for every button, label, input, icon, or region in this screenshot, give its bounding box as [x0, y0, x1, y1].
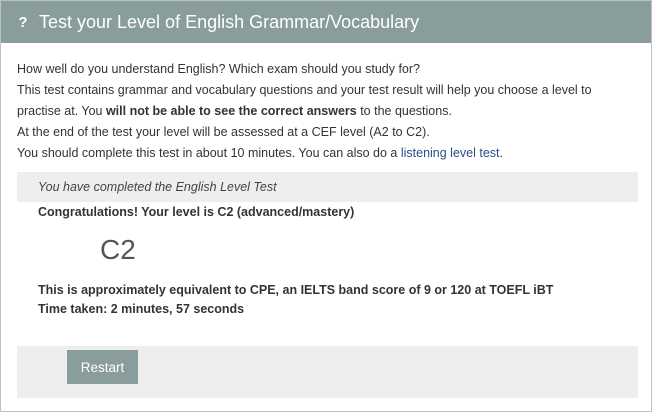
actions-bar: Restart [17, 346, 638, 398]
bold-note: will not be able to see the correct answ… [105, 104, 357, 118]
intro-text-fragment: practise at. You [17, 104, 106, 118]
panel-title: Test your Level of English Grammar/Vocab… [39, 11, 420, 32]
intro-line: How well do you understand English? Whic… [17, 62, 420, 76]
listening-level-test-link[interactable]: listening level test [401, 146, 500, 160]
intro-text-fragment: to the questions. [356, 104, 452, 118]
equivalent-text: This is approximately equivalent to CPE,… [38, 283, 554, 297]
panel-header: ? Test your Level of English Grammar/Voc… [1, 1, 651, 43]
intro-text-fragment: . [499, 146, 503, 160]
intro-line: This test contains grammar and vocabular… [17, 83, 592, 97]
level-test-panel: ? Test your Level of English Grammar/Voc… [0, 0, 652, 412]
intro-line: You should complete this test in about 1… [17, 143, 592, 164]
time-taken-text: Time taken: 2 minutes, 57 seconds [38, 302, 245, 316]
congratulations-text: Congratulations! Your level is C2 (advan… [38, 205, 355, 219]
question-mark-icon: ? [18, 13, 28, 31]
result-details: This is approximately equivalent to CPE,… [38, 281, 553, 319]
completed-message-bar: You have completed the English Level Tes… [17, 172, 638, 202]
intro-text-fragment: You should complete this test in about 1… [17, 146, 401, 160]
intro-line: At the end of the test your level will b… [17, 125, 430, 139]
intro-text: How well do you understand English? Whic… [17, 59, 592, 164]
level-result: C2 [100, 234, 136, 265]
intro-line: practise at. You will not be able to see… [17, 101, 592, 122]
completed-message: You have completed the English Level Tes… [38, 180, 277, 194]
restart-button[interactable]: Restart [67, 350, 138, 384]
